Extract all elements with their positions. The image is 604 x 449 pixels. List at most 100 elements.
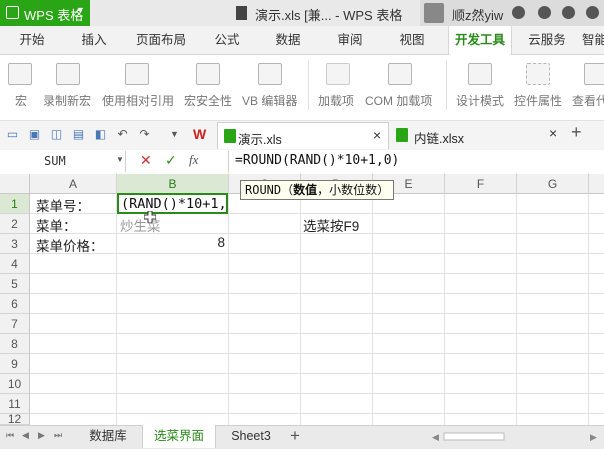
file-icon bbox=[236, 6, 247, 20]
row-header[interactable]: 5 bbox=[0, 274, 30, 294]
tab-cloud[interactable]: 云服务 bbox=[522, 26, 572, 54]
cell-a3[interactable]: 菜单价格： bbox=[36, 235, 104, 255]
tab-data[interactable]: 数据 bbox=[266, 26, 310, 54]
row-header[interactable]: 7 bbox=[0, 314, 30, 334]
wps-logo-icon bbox=[6, 6, 19, 19]
row-header[interactable]: 8 bbox=[0, 334, 30, 354]
redo-icon[interactable]: ↷ bbox=[138, 128, 151, 141]
column-header-a[interactable]: A bbox=[30, 174, 117, 194]
close-icon[interactable]: × bbox=[549, 125, 557, 141]
row-header[interactable]: 12 bbox=[0, 414, 30, 425]
vb-editor-button[interactable]: VB 编辑器 bbox=[242, 92, 297, 109]
tab-view[interactable]: 视图 bbox=[390, 26, 434, 54]
column-header-h[interactable] bbox=[589, 174, 604, 194]
doc-tab-label: 演示.xls bbox=[238, 133, 282, 147]
settings-icon[interactable] bbox=[562, 6, 575, 19]
name-box-value: SUM bbox=[44, 154, 66, 168]
cell-a2[interactable]: 菜单： bbox=[36, 215, 77, 235]
cell-b3[interactable]: 8 bbox=[117, 235, 225, 250]
row-header[interactable]: 2 bbox=[0, 214, 30, 234]
first-sheet-icon[interactable]: ⏮ bbox=[6, 430, 14, 441]
close-icon[interactable]: × bbox=[373, 127, 381, 143]
cell-d2[interactable]: 选菜按F9 bbox=[303, 215, 359, 235]
feedback-icon[interactable] bbox=[538, 6, 551, 19]
wps-w-icon[interactable]: W bbox=[193, 127, 206, 141]
prev-sheet-icon[interactable]: ◀ bbox=[22, 430, 29, 441]
sheet-tab-database[interactable]: 数据库 bbox=[78, 425, 138, 448]
print-icon[interactable]: ▤ bbox=[72, 128, 85, 141]
skin-icon[interactable] bbox=[512, 6, 525, 19]
record-macro-button[interactable]: 录制新宏 bbox=[43, 92, 91, 109]
add-sheet-button[interactable]: + bbox=[290, 426, 300, 446]
open-icon[interactable]: ▭ bbox=[6, 128, 19, 141]
doc-tab-label: 内链.xlsx bbox=[414, 132, 465, 146]
avatar[interactable] bbox=[424, 3, 444, 23]
doc-tab-active[interactable]: 演示.xls × bbox=[217, 122, 389, 149]
tab-home[interactable]: 开始 bbox=[8, 26, 56, 54]
last-sheet-icon[interactable]: ⏭ bbox=[54, 430, 62, 441]
row-header[interactable]: 9 bbox=[0, 354, 30, 374]
control-properties-icon[interactable] bbox=[526, 63, 550, 85]
save-icon[interactable]: ▣ bbox=[28, 128, 41, 141]
design-mode-icon[interactable] bbox=[468, 63, 492, 85]
spreadsheet-file-icon bbox=[396, 128, 408, 142]
spreadsheet-grid[interactable] bbox=[0, 173, 604, 425]
new-tab-button[interactable]: + bbox=[571, 122, 582, 143]
row-header[interactable]: 4 bbox=[0, 254, 30, 274]
sheet-tab-sheet3[interactable]: Sheet3 bbox=[220, 425, 282, 448]
cell-a1[interactable]: 菜单号： bbox=[36, 195, 90, 215]
relative-ref-icon[interactable] bbox=[125, 63, 149, 85]
window-title: 演示.xls [兼... - WPS 表格 bbox=[255, 8, 403, 23]
help-icon[interactable] bbox=[586, 6, 599, 19]
addins-icon[interactable] bbox=[326, 63, 350, 85]
design-mode-button[interactable]: 设计模式 bbox=[456, 92, 504, 109]
com-addins-button[interactable]: COM 加载项 bbox=[365, 92, 432, 109]
macro-button[interactable]: 宏 bbox=[15, 92, 27, 109]
tab-formulas[interactable]: 公式 bbox=[205, 26, 249, 54]
tab-smart[interactable]: 智能 bbox=[582, 26, 604, 54]
control-properties-button[interactable]: 控件属性 bbox=[514, 92, 562, 109]
chevron-down-icon[interactable]: ▼ bbox=[116, 155, 124, 164]
macro-icon[interactable] bbox=[8, 63, 32, 85]
row-header[interactable]: 1 bbox=[0, 194, 30, 214]
tab-insert[interactable]: 插入 bbox=[70, 26, 118, 54]
column-header-b[interactable]: B bbox=[117, 174, 229, 194]
active-cell-b1[interactable]: (RAND()*10+1, bbox=[117, 193, 228, 214]
undo-icon[interactable]: ↶ bbox=[116, 128, 129, 141]
app-menu-button[interactable]: WPS 表格 ▼ bbox=[0, 0, 90, 26]
record-macro-icon[interactable] bbox=[56, 63, 80, 85]
grid-lines bbox=[0, 173, 604, 425]
name-box[interactable]: SUM ▼ bbox=[0, 151, 126, 172]
insert-function-button[interactable]: fx bbox=[189, 152, 198, 168]
view-code-button[interactable]: 查看代 bbox=[572, 92, 604, 109]
next-sheet-icon[interactable]: ▶ bbox=[38, 430, 45, 441]
tooltip-arg-current: 数值 bbox=[293, 183, 318, 197]
export-icon[interactable]: ◧ bbox=[94, 128, 107, 141]
select-all-corner[interactable] bbox=[0, 174, 30, 194]
user-name[interactable]: 顺z然yiw bbox=[452, 5, 503, 24]
addins-button[interactable]: 加载项 bbox=[318, 92, 354, 109]
column-header-g[interactable]: G bbox=[517, 174, 589, 194]
tab-review[interactable]: 审阅 bbox=[328, 26, 372, 54]
tab-page-layout[interactable]: 页面布局 bbox=[131, 26, 191, 54]
chevron-down-icon[interactable]: ▼ bbox=[168, 128, 181, 141]
sheet-tab-menu[interactable]: 选菜界面 bbox=[142, 425, 216, 448]
relative-ref-button[interactable]: 使用相对引用 bbox=[102, 92, 174, 109]
column-header-f[interactable]: F bbox=[445, 174, 517, 194]
com-addins-icon[interactable] bbox=[388, 63, 412, 85]
row-header[interactable]: 3 bbox=[0, 234, 30, 254]
print-preview-icon[interactable]: ◫ bbox=[50, 128, 63, 141]
row-header[interactable]: 10 bbox=[0, 374, 30, 394]
formula-input[interactable]: =ROUND(RAND()*10+1,0) bbox=[228, 151, 604, 172]
confirm-formula-button[interactable]: ✓ bbox=[165, 152, 177, 169]
macro-security-button[interactable]: 宏安全性 bbox=[184, 92, 232, 109]
vb-editor-icon[interactable] bbox=[258, 63, 282, 85]
row-header[interactable]: 11 bbox=[0, 394, 30, 414]
tab-developer[interactable]: 开发工具 bbox=[448, 26, 512, 55]
row-header[interactable]: 6 bbox=[0, 294, 30, 314]
view-code-icon[interactable] bbox=[584, 63, 604, 85]
horizontal-scrollbar[interactable]: ◀ ▶ bbox=[430, 432, 600, 441]
spreadsheet-file-icon bbox=[224, 129, 236, 143]
macro-security-icon[interactable] bbox=[196, 63, 220, 85]
cancel-formula-button[interactable]: ✕ bbox=[140, 152, 152, 169]
